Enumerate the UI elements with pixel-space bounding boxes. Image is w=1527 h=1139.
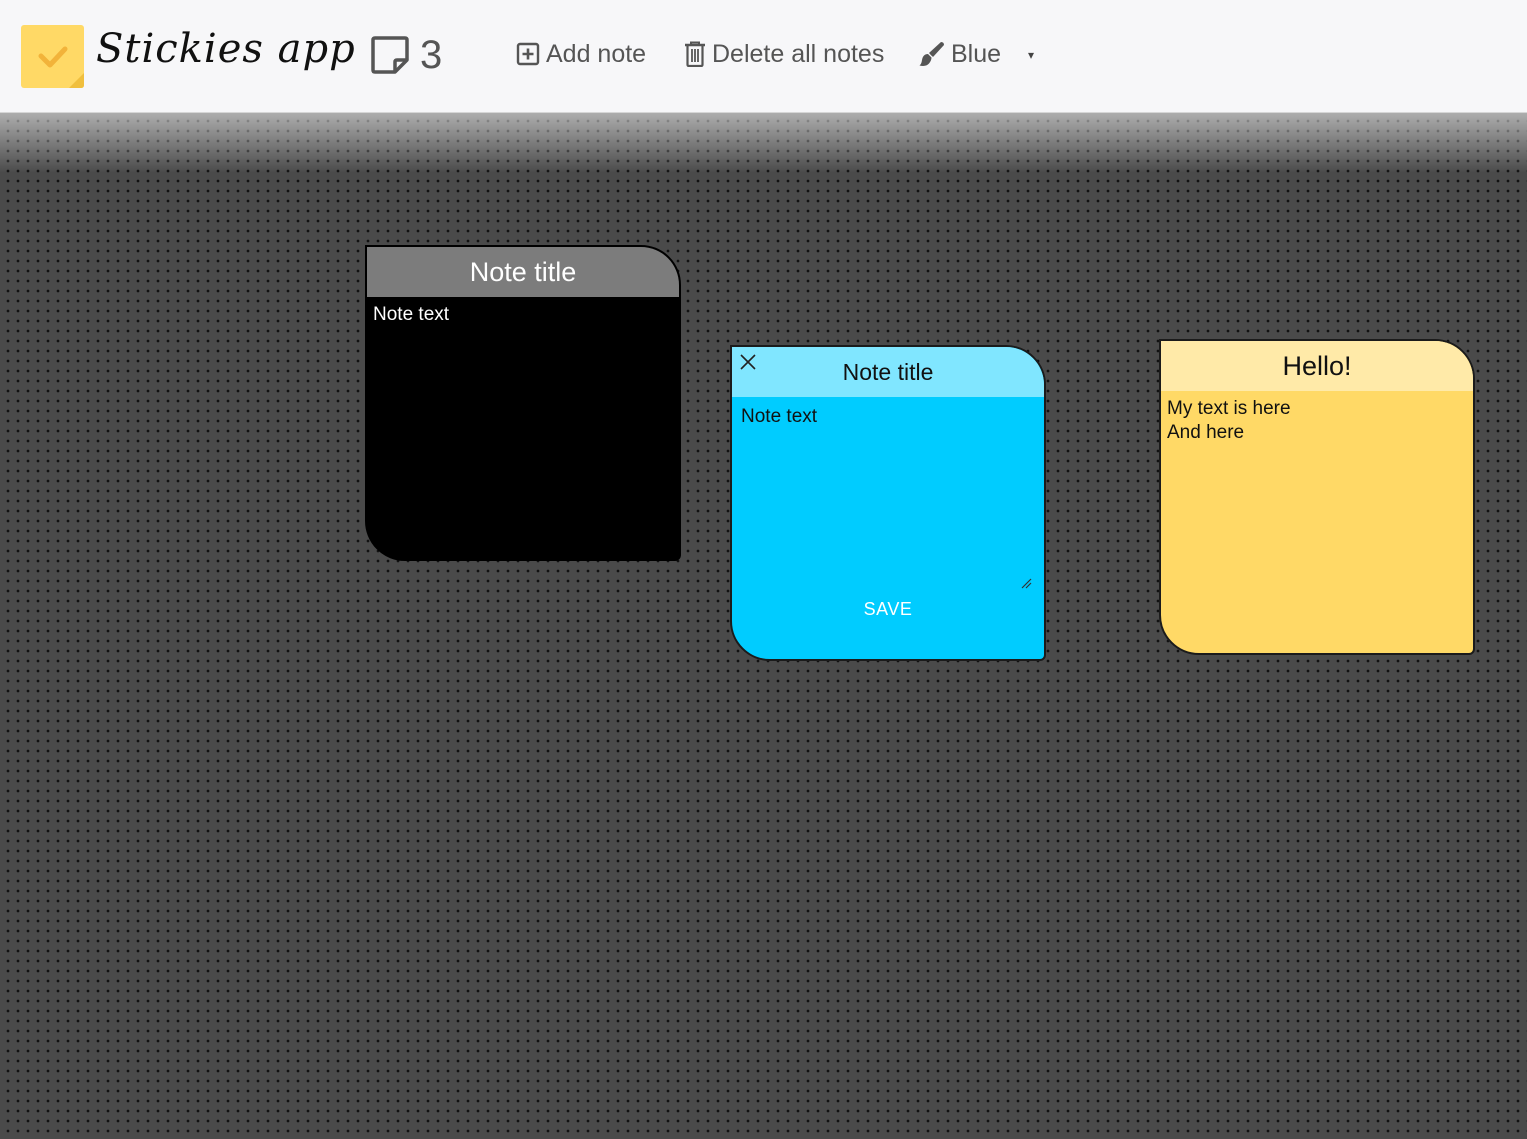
delete-all-notes-label: Delete all notes xyxy=(712,39,885,68)
color-select-label: Blue xyxy=(951,39,1002,68)
delete-all-notes-button[interactable]: Delete all notes xyxy=(684,36,884,72)
note-text-area[interactable]: Note text xyxy=(732,397,1044,435)
note-title-value: Note title xyxy=(842,358,934,385)
sticky-note-check-icon xyxy=(21,25,84,88)
note-title: Note title xyxy=(367,247,679,297)
resize-grip-icon[interactable] xyxy=(1020,577,1032,589)
note-title-input[interactable]: Note title xyxy=(732,347,1044,397)
note-text: My text is here And here xyxy=(1167,398,1291,443)
trash-icon xyxy=(685,41,705,67)
add-note-button[interactable]: Add note xyxy=(516,36,646,72)
color-dropdown-caret[interactable]: ▾ xyxy=(1028,48,1034,62)
close-icon[interactable] xyxy=(739,353,757,371)
save-button[interactable]: SAVE xyxy=(732,599,1044,620)
board-top-shade xyxy=(0,113,1527,173)
note-card-blue-editing[interactable]: Note title Note text SAVE xyxy=(730,345,1046,661)
note-outline-icon xyxy=(371,36,409,74)
plus-square-icon xyxy=(516,42,540,66)
note-text: Note text xyxy=(373,304,450,325)
note-title: Hello! xyxy=(1161,341,1473,391)
paintbrush-icon xyxy=(919,42,944,66)
app-title: Stickies app xyxy=(96,26,356,72)
note-count: 3 xyxy=(370,32,442,78)
note-card-yellow[interactable]: Hello! My text is here And here xyxy=(1159,339,1475,655)
color-select[interactable]: Blue xyxy=(919,36,1001,72)
add-note-label: Add note xyxy=(546,39,647,68)
note-card-black[interactable]: Note title Note text xyxy=(365,245,681,561)
toolbar: Stickies app 3 Add note Delete all notes… xyxy=(0,0,1527,113)
note-count-value: 3 xyxy=(420,33,443,77)
